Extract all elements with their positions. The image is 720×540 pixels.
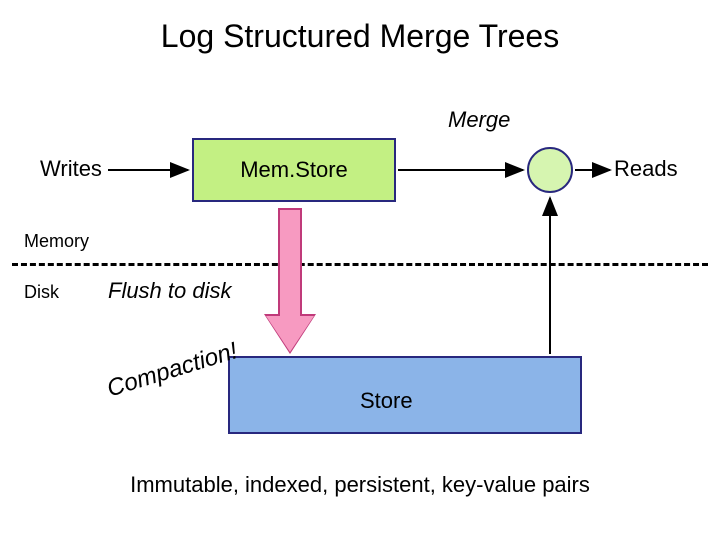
store-label: Store — [360, 388, 413, 414]
slide: Log Structured Merge Trees Merge Writes … — [0, 0, 720, 540]
footer-text: Immutable, indexed, persistent, key-valu… — [0, 472, 720, 498]
reads-label: Reads — [614, 156, 678, 182]
merge-label: Merge — [448, 107, 510, 133]
flush-label: Flush to disk — [108, 278, 232, 304]
slide-title: Log Structured Merge Trees — [0, 18, 720, 55]
memstore-box: Mem.Store — [192, 138, 396, 202]
memory-disk-divider — [12, 263, 708, 266]
memstore-label: Mem.Store — [240, 157, 348, 183]
flush-arrow-icon — [266, 208, 314, 352]
merge-node-circle — [527, 147, 573, 193]
compaction-label: Compaction! — [104, 337, 241, 403]
writes-label: Writes — [40, 156, 102, 182]
memory-label: Memory — [24, 231, 89, 252]
disk-label: Disk — [24, 282, 59, 303]
connector-arrows — [0, 0, 720, 540]
